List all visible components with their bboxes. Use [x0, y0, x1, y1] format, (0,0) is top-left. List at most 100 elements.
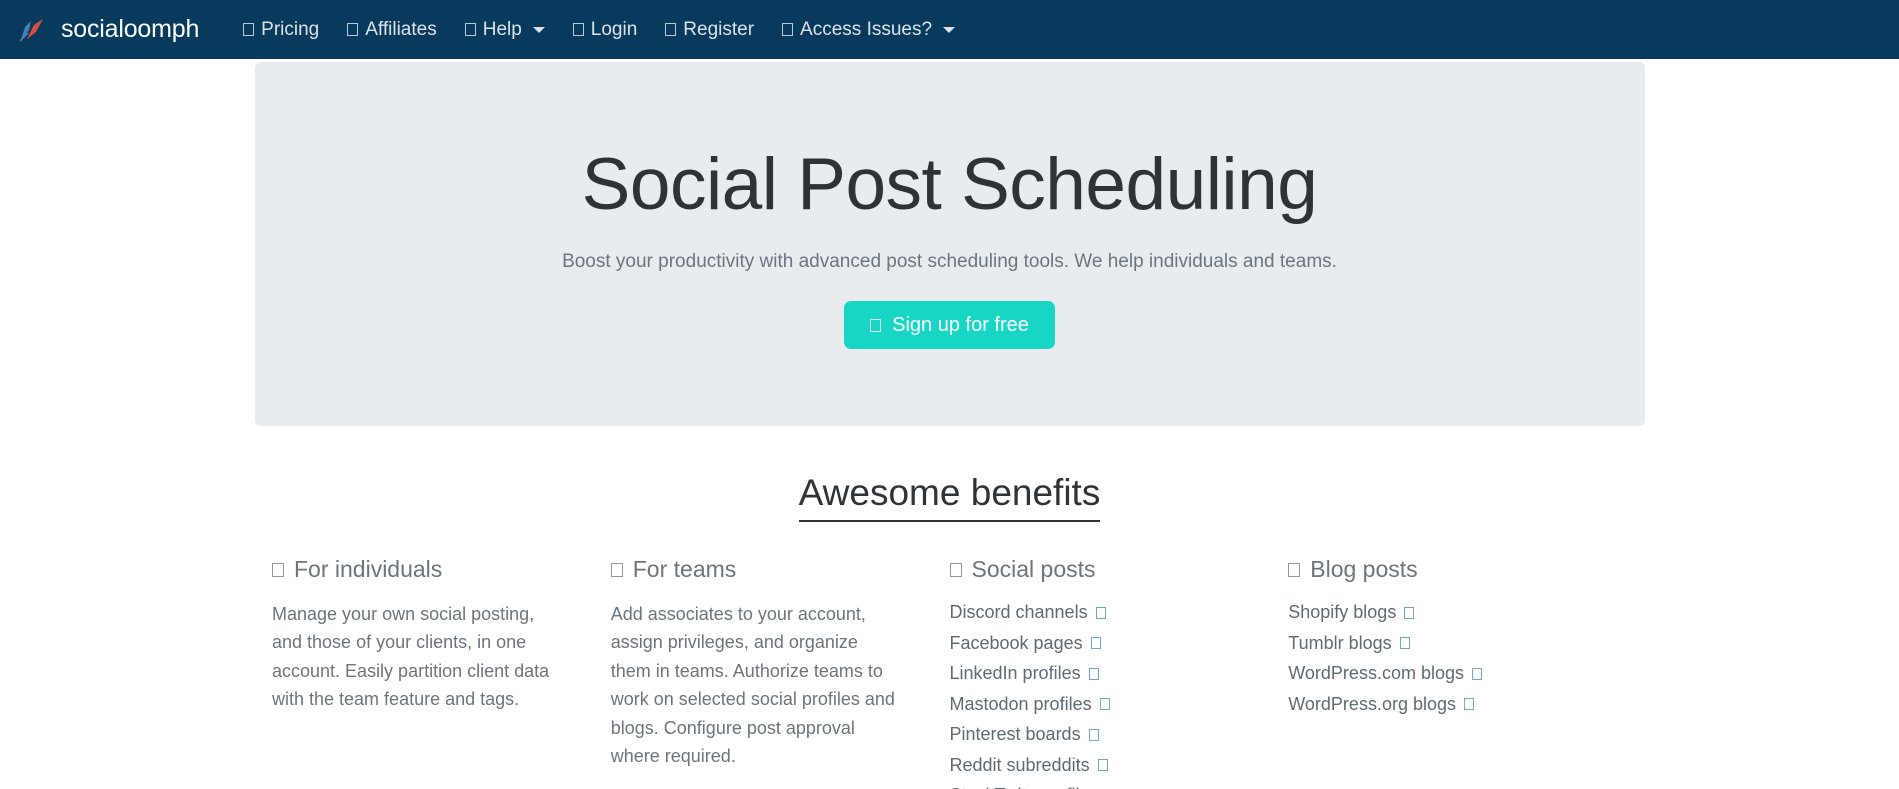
list-item[interactable]: LinkedIn profiles [950, 661, 1241, 687]
missing-glyph-box-icon [610, 563, 623, 578]
page-title: Social Post Scheduling [581, 144, 1318, 225]
benefit-column-title-for-individuals: For individuals [272, 556, 563, 584]
link-linkedin-profiles[interactable]: LinkedIn profiles [950, 661, 1099, 687]
list-item[interactable]: Discord channels [950, 600, 1241, 626]
missing-glyph-box-icon [572, 23, 584, 36]
benefit-column-for-teams: For teams Add associates to your account… [610, 556, 950, 770]
nav-item-pricing[interactable]: Pricing [229, 12, 333, 47]
link-reddit-subreddits[interactable]: Reddit subreddits [950, 753, 1108, 779]
missing-glyph-box-icon [347, 23, 359, 36]
chevron-down-icon [943, 26, 956, 33]
missing-glyph-box-icon [870, 318, 882, 332]
sign-up-button-label: Sign up for free [892, 314, 1029, 337]
benefit-column-social-posts: Social posts Discord channels Facebook p… [949, 556, 1289, 789]
list-item[interactable]: Reddit subreddits [950, 753, 1241, 779]
list-item[interactable]: Pinterest boards [950, 722, 1241, 748]
missing-glyph-box-icon [949, 563, 962, 578]
link-mastodon-profiles[interactable]: Mastodon profiles [950, 692, 1110, 718]
top-navbar: socialoomph Pricing Affiliates Help Logi… [0, 0, 1899, 59]
nav-label-login: Login [590, 19, 638, 40]
benefit-title-label: For individuals [294, 556, 443, 583]
missing-glyph-box-icon [1088, 728, 1099, 741]
missing-glyph-box-icon [1097, 759, 1108, 772]
link-pinterest-boards[interactable]: Pinterest boards [950, 722, 1099, 748]
link-wordpress-org-blogs[interactable]: WordPress.org blogs [1288, 692, 1474, 718]
missing-glyph-box-icon [464, 23, 476, 36]
benefits-columns: For individuals Manage your own social p… [0, 556, 1899, 789]
page-content: Social Post Scheduling Boost your produc… [0, 62, 1899, 789]
list-item[interactable]: WordPress.com blogs [1288, 661, 1579, 687]
missing-glyph-box-icon [1288, 563, 1301, 578]
brand-home-link[interactable]: socialoomph [18, 17, 199, 43]
link-label: Shopify blogs [1288, 601, 1397, 622]
list-item[interactable]: Tumblr blogs [1288, 631, 1579, 657]
link-wordpress-com-blogs[interactable]: WordPress.com blogs [1288, 661, 1482, 687]
benefit-column-title-for-teams: For teams [610, 556, 902, 584]
missing-glyph-box-icon [1090, 637, 1101, 650]
link-label: Facebook pages [949, 632, 1083, 653]
benefits-heading: Awesome benefits [798, 471, 1101, 523]
nav-item-access-issues[interactable]: Access Issues? [768, 12, 969, 47]
link-label: LinkedIn profiles [949, 663, 1081, 684]
link-label: WordPress.org blogs [1288, 693, 1456, 714]
nav-label-help: Help [482, 19, 522, 40]
link-label: Tumblr blogs [1288, 632, 1392, 653]
link-facebook-pages[interactable]: Facebook pages [950, 631, 1101, 657]
brand-name: socialoomph [61, 15, 200, 43]
nav-label-access-issues: Access Issues? [800, 19, 933, 40]
link-label: Discord channels [949, 601, 1088, 622]
list-item[interactable]: StockTwits profiles [950, 783, 1241, 789]
social-posts-link-list: Discord channels Facebook pages LinkedIn… [950, 600, 1241, 789]
missing-glyph-box-icon [1095, 606, 1106, 619]
nav-link-login[interactable]: Login [559, 12, 652, 47]
benefit-title-label: Social posts [971, 556, 1096, 583]
nav-item-list: Pricing Affiliates Help Login Register A… [229, 12, 969, 47]
nav-label-affiliates: Affiliates [365, 19, 437, 40]
benefit-body-for-teams: Add associates to your account, assign p… [610, 603, 895, 767]
nav-link-pricing[interactable]: Pricing [229, 12, 333, 47]
link-discord-channels[interactable]: Discord channels [950, 600, 1106, 626]
benefit-body-for-individuals: Manage your own social posting, and thos… [272, 603, 550, 710]
sign-up-for-free-button[interactable]: Sign up for free [844, 301, 1055, 350]
link-label: StockTwits profiles [950, 783, 1099, 789]
blog-posts-link-list: Shopify blogs Tumblr blogs WordPress.com… [1288, 600, 1579, 717]
missing-glyph-box-icon [1404, 606, 1415, 619]
nav-link-register[interactable]: Register [651, 12, 768, 47]
missing-glyph-box-icon [1099, 698, 1110, 711]
link-tumblr-blogs[interactable]: Tumblr blogs [1288, 631, 1410, 657]
benefit-title-label: Blog posts [1310, 556, 1418, 583]
benefits-title-wrapper: Awesome benefits [0, 471, 1899, 523]
link-label: Pinterest boards [949, 724, 1081, 745]
missing-glyph-box-icon [782, 23, 794, 36]
benefits-section: Awesome benefits For individuals Manage … [0, 471, 1899, 789]
missing-glyph-box-icon [665, 23, 677, 36]
list-item[interactable]: WordPress.org blogs [1288, 692, 1579, 718]
benefit-column-blog-posts: Blog posts Shopify blogs Tumblr blogs Wo… [1288, 556, 1627, 722]
missing-glyph-box-icon [243, 23, 255, 36]
nav-item-affiliates[interactable]: Affiliates [333, 12, 450, 47]
benefit-column-title-blog-posts: Blog posts [1288, 556, 1579, 584]
nav-item-login[interactable]: Login [559, 12, 652, 47]
link-shopify-blogs[interactable]: Shopify blogs [1288, 600, 1415, 626]
link-label: Reddit subreddits [949, 754, 1090, 775]
benefit-title-label: For teams [632, 556, 737, 583]
list-item[interactable]: Facebook pages [950, 631, 1241, 657]
chevron-down-icon [532, 26, 545, 33]
nav-item-help[interactable]: Help [451, 12, 559, 47]
missing-glyph-box-icon [1471, 667, 1482, 680]
missing-glyph-box-icon [1399, 637, 1410, 650]
quill-feather-icon [19, 18, 43, 42]
nav-item-register[interactable]: Register [651, 12, 768, 47]
list-item[interactable]: Mastodon profiles [950, 692, 1241, 718]
nav-link-help[interactable]: Help [451, 12, 559, 47]
nav-link-affiliates[interactable]: Affiliates [333, 12, 450, 47]
list-item[interactable]: Shopify blogs [1288, 600, 1579, 626]
link-stocktwits-profiles[interactable]: StockTwits profiles [950, 783, 1117, 789]
benefit-column-for-individuals: For individuals Manage your own social p… [272, 556, 611, 713]
nav-link-access-issues[interactable]: Access Issues? [768, 12, 969, 47]
nav-label-register: Register [683, 19, 755, 40]
nav-label-pricing: Pricing [261, 19, 320, 40]
missing-glyph-box-icon [1088, 667, 1099, 680]
link-label: Mastodon profiles [949, 693, 1092, 714]
hero-section: Social Post Scheduling Boost your produc… [254, 62, 1645, 426]
